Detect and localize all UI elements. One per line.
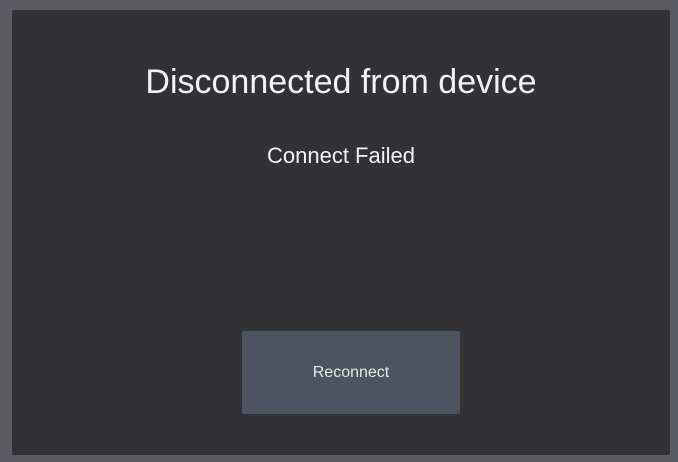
window-frame: Disconnected from device Connect Failed … [0,0,678,462]
dialog-title: Disconnected from device [145,63,537,101]
disconnected-dialog: Disconnected from device Connect Failed … [12,10,670,455]
reconnect-button[interactable]: Reconnect [242,331,460,414]
connection-status-text: Connect Failed [267,143,415,168]
